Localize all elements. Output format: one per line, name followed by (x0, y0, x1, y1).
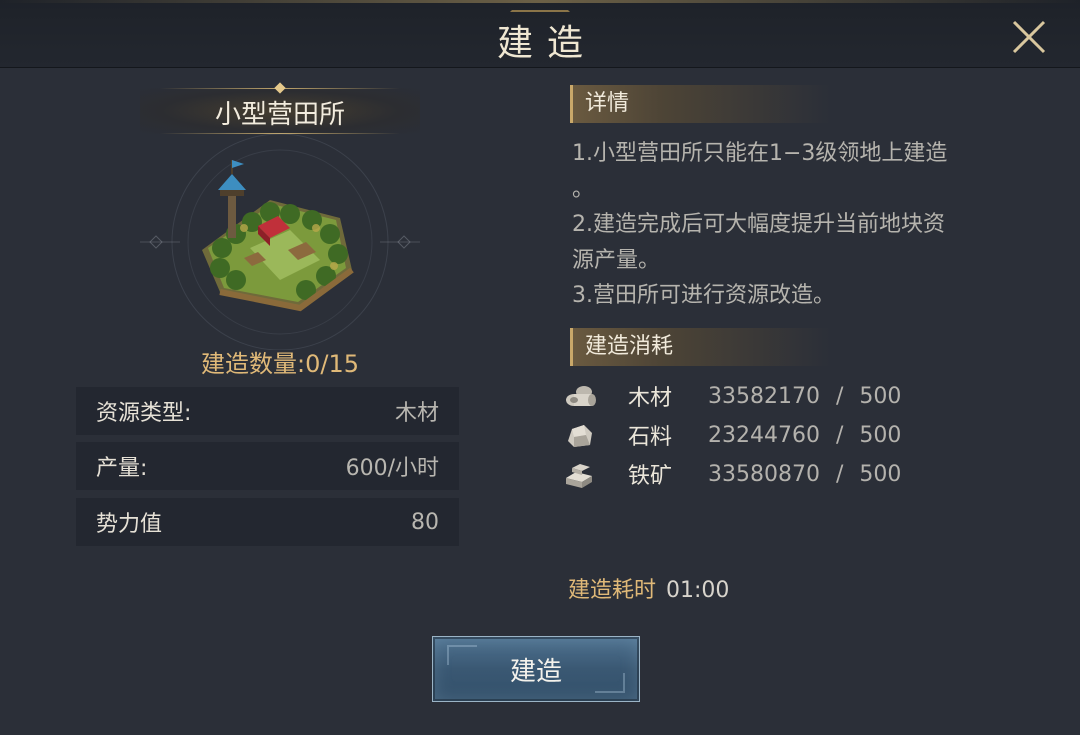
build-button[interactable]: 建造 (432, 636, 640, 702)
cost-row-iron: 铁矿 33580870 / 500 (562, 456, 982, 492)
cost-need: 500 (859, 422, 902, 448)
iron-icon (566, 464, 592, 488)
build-time-value: 01:00 (666, 578, 730, 603)
wood-icon (566, 386, 596, 406)
stat-value: 木材 (394, 401, 439, 426)
details-heading: 详情 (570, 85, 830, 123)
stat-value: 80 (411, 509, 439, 535)
build-button-label: 建造 (509, 656, 562, 687)
cost-have: 33580870 (708, 461, 820, 487)
build-time-label: 建造耗时 (568, 578, 657, 603)
button-corner-deco (595, 673, 625, 693)
cost-name: 铁矿 (628, 464, 673, 489)
stat-row-output: 产量: 600/小时 (76, 442, 459, 490)
cost-name: 石料 (628, 425, 673, 450)
cost-have: 23244760 (708, 422, 820, 448)
title-bar: 建造 (0, 0, 1080, 68)
cost-need: 500 (859, 461, 902, 487)
build-count-label: 建造数量: (201, 350, 306, 378)
cost-separator: / (835, 422, 844, 448)
build-count: 建造数量:0/15 (140, 344, 420, 379)
stat-row-power: 势力值 80 (76, 498, 459, 546)
building-farm-icon (140, 133, 420, 351)
details-line: 3.营田所可进行资源改造。 (572, 283, 835, 308)
stat-label: 资源类型: (96, 401, 192, 426)
building-name: 小型营田所 (214, 100, 345, 130)
close-button[interactable] (1006, 14, 1052, 60)
close-icon (1012, 20, 1046, 54)
stone-icon (568, 425, 592, 447)
details-line: 源产量。 (572, 247, 661, 273)
build-time: 建造耗时 01:00 (568, 572, 729, 604)
cost-have: 33582170 (708, 383, 820, 409)
button-corner-deco (447, 645, 477, 665)
details-line: 2.建造完成后可大幅度提升当前地块资 (572, 212, 945, 237)
details-line: 1.小型营田所只能在1−3级领地上建造 (572, 141, 948, 166)
stat-row-resource-type: 资源类型: 木材 (76, 387, 459, 435)
cost-row-wood: 木材 33582170 / 500 (562, 378, 982, 414)
build-count-value: 0/15 (305, 350, 359, 378)
cost-heading: 建造消耗 (570, 328, 830, 366)
building-preview (140, 130, 420, 351)
stat-label: 产量: (96, 456, 148, 481)
cost-separator: / (835, 461, 844, 487)
stat-value: 600/小时 (345, 456, 439, 481)
cost-name: 木材 (628, 386, 673, 411)
banner-diamond-icon (274, 82, 286, 94)
cost-separator: / (835, 383, 844, 409)
cost-need: 500 (859, 383, 902, 409)
stat-label: 势力值 (96, 512, 163, 537)
dialog-title: 建造 (496, 23, 597, 64)
cost-row-stone: 石料 23244760 / 500 (562, 417, 982, 453)
details-description: 1.小型营田所只能在1−3级领地上建造 。 2.建造完成后可大幅度提升当前地块资… (572, 136, 1022, 314)
details-line: 。 (572, 176, 595, 202)
title-ornament (510, 0, 570, 12)
